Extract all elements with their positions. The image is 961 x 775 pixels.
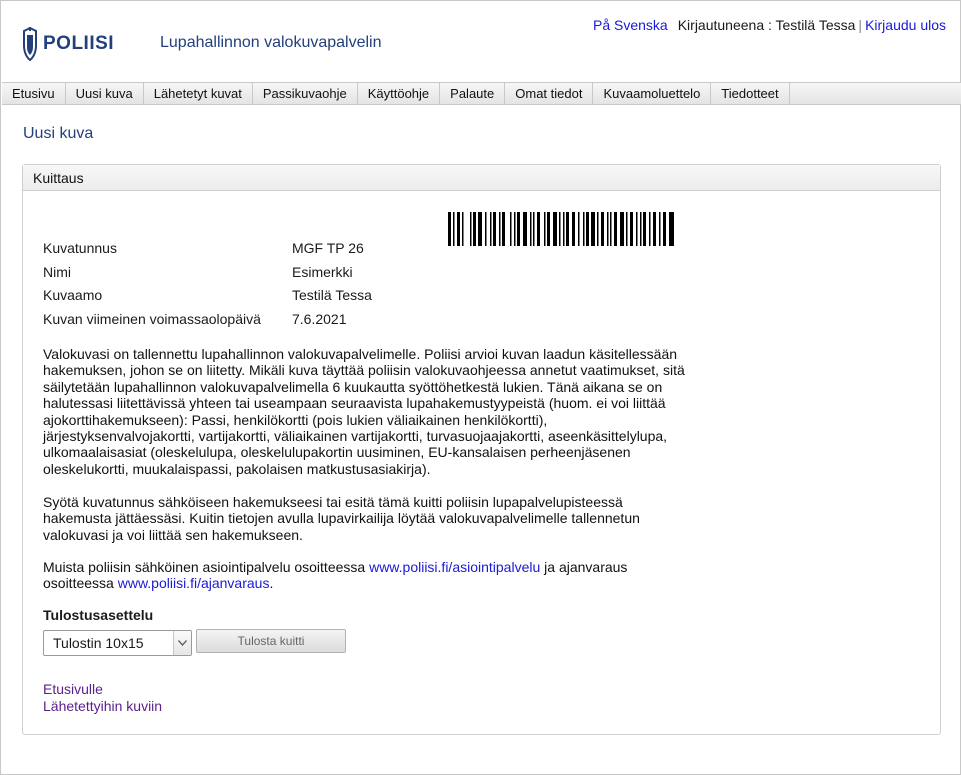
receipt-panel: Kuittaus Kuvatunnus MGF TP 26 Nimi Esime… (22, 164, 941, 735)
nav-item-omat-tiedot[interactable]: Omat tiedot (505, 83, 594, 104)
nav-item-kayttoohje[interactable]: Käyttöohje (358, 83, 441, 104)
main-nav: Etusivu Uusi kuva Lähetetyt kuvat Passik… (2, 82, 961, 105)
app-title: Lupahallinnon valokuvapalvelin (160, 34, 382, 51)
info-row-voimassaolo: Kuvan viimeinen voimassaolopäivä 7.6.202… (43, 308, 372, 332)
info-paragraph-2: Syötä kuvatunnus sähköiseen hakemukseesi… (43, 494, 640, 543)
info-row-kuvatunnus: Kuvatunnus MGF TP 26 (43, 237, 372, 261)
separator: | (858, 17, 863, 33)
page-title: Uusi kuva (23, 125, 94, 142)
app-frame: POLIISI Lupahallinnon valokuvapalvelin P… (0, 0, 961, 775)
poliisi-logo[interactable]: POLIISI (21, 25, 114, 63)
nav-item-kuvaamoluettelo[interactable]: Kuvaamoluettelo (593, 83, 712, 104)
sent-photos-link[interactable]: Lähetettyihin kuviin (43, 698, 162, 715)
nav-item-etusivu[interactable]: Etusivu (2, 83, 66, 104)
info-label: Kuvan viimeinen voimassaolopäivä (43, 310, 261, 327)
barcode-image (448, 212, 674, 246)
nav-item-uusi-kuva[interactable]: Uusi kuva (66, 83, 144, 104)
print-receipt-button[interactable]: Tulosta kuitti (196, 629, 346, 653)
info-paragraph-1: Valokuvasi on tallennettu lupahallinnon … (43, 346, 685, 477)
info-label: Kuvatunnus (43, 240, 117, 256)
nav-item-passikuvaohje[interactable]: Passikuvaohje (253, 83, 358, 104)
paragraph3-text: Muista poliisin sähköinen asiointipalvel… (43, 559, 370, 575)
nav-item-palaute[interactable]: Palaute (440, 83, 506, 104)
info-paragraph-3: Muista poliisin sähköinen asiointipalvel… (43, 559, 693, 592)
top-links: På Svenska Kirjautuneena : Testilä Tessa |… (593, 17, 946, 33)
print-layout-select[interactable]: Tulostin 10x15 (43, 630, 192, 656)
logged-in-label: Kirjautuneena : Testilä Tessa (677, 17, 856, 33)
expiry-date-value: 7.6.2021 (292, 310, 347, 327)
name-value: Esimerkki (292, 263, 353, 280)
print-layout-value: Tulostin 10x15 (53, 635, 144, 651)
panel-title: Kuittaus (23, 165, 940, 191)
logout-link[interactable]: Kirjaudu ulos (865, 17, 946, 33)
paragraph3-text: . (269, 575, 274, 592)
studio-value: Testilä Tessa (292, 287, 372, 303)
receipt-info: Kuvatunnus MGF TP 26 Nimi Esimerkki Kuva… (43, 237, 372, 331)
footer-links: Etusivulle Lähetettyihin kuviin (43, 681, 162, 714)
header: POLIISI Lupahallinnon valokuvapalvelin P… (1, 1, 961, 82)
home-link[interactable]: Etusivulle (43, 681, 162, 698)
photo-id-value: MGF TP 26 (292, 240, 364, 256)
logo-text: POLIISI (43, 33, 115, 54)
asiointipalvelu-link[interactable]: www.poliisi.fi/asiointipalvelu (369, 559, 540, 575)
info-row-kuvaamo: Kuvaamo Testilä Tessa (43, 284, 372, 308)
nav-item-lahetetyt-kuvat[interactable]: Lähetetyt kuvat (144, 83, 253, 104)
nav-item-tiedotteet[interactable]: Tiedotteet (711, 83, 790, 104)
police-crest-icon (23, 27, 37, 61)
print-layout-label: Tulostusasettelu (43, 607, 154, 623)
ajanvaraus-link[interactable]: www.poliisi.fi/ajanvaraus (118, 575, 270, 591)
language-link[interactable]: På Svenska (593, 17, 668, 33)
info-label: Nimi (43, 263, 71, 280)
info-row-nimi: Nimi Esimerkki (43, 261, 372, 285)
info-label: Kuvaamo (43, 287, 103, 303)
chevron-down-icon[interactable] (173, 631, 191, 655)
